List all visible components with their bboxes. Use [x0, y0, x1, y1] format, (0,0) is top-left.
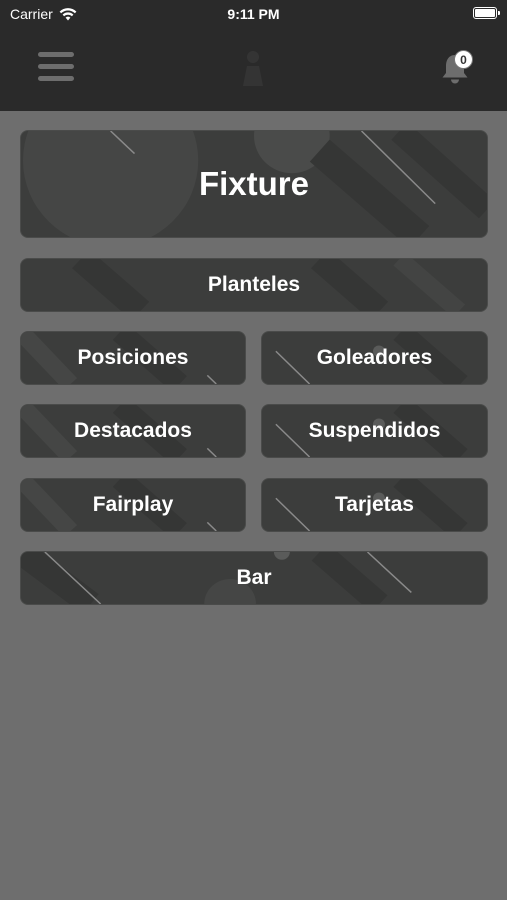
app-logo-icon	[243, 51, 263, 86]
status-right	[473, 7, 500, 19]
fixture-label: Fixture	[198, 165, 310, 202]
suspendidos-label: Suspendidos	[308, 419, 441, 442]
hamburger-menu-icon[interactable]	[38, 52, 74, 84]
bar-button[interactable]: Bar	[20, 551, 488, 605]
battery-icon	[473, 7, 500, 19]
planteles-button[interactable]: Planteles	[20, 258, 488, 312]
notification-badge: 0	[454, 50, 473, 69]
goleadores-button[interactable]: Goleadores	[261, 331, 488, 385]
tarjetas-button[interactable]: Tarjetas	[261, 478, 488, 532]
posiciones-button[interactable]: Posiciones	[20, 331, 246, 385]
fixture-button[interactable]: Fixture	[20, 130, 488, 238]
tarjetas-label: Tarjetas	[335, 493, 414, 516]
goleadores-label: Goleadores	[316, 346, 433, 369]
destacados-label: Destacados	[74, 419, 192, 442]
fairplay-button[interactable]: Fairplay	[20, 478, 246, 532]
status-time: 9:11 PM	[227, 6, 280, 22]
destacados-button[interactable]: Destacados	[20, 404, 246, 458]
status-bar: Carrier 9:11 PM	[0, 0, 507, 28]
posiciones-label: Posiciones	[77, 346, 189, 369]
fairplay-label: Fairplay	[92, 493, 174, 516]
planteles-label: Planteles	[207, 273, 301, 296]
bar-label: Bar	[236, 566, 272, 589]
suspendidos-button[interactable]: Suspendidos	[261, 404, 488, 458]
nav-bar: 0	[0, 28, 507, 111]
